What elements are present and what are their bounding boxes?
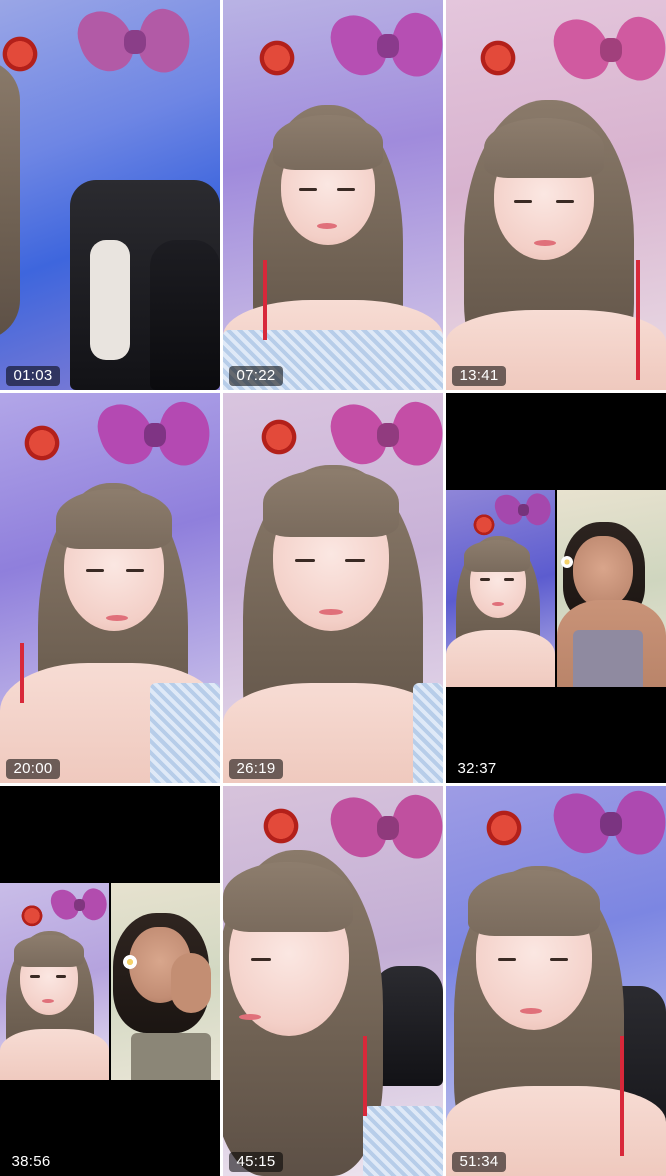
video-tile-3[interactable]: 13:41 — [446, 0, 666, 390]
video-duration-badge: 01:03 — [6, 366, 60, 386]
video-thumbnail — [0, 0, 220, 390]
video-tile-4[interactable]: 20:00 — [0, 393, 220, 783]
video-tile-8[interactable]: 45:15 — [223, 786, 443, 1176]
video-duration-badge: 32:37 — [457, 760, 497, 777]
video-thumbnail — [0, 393, 220, 783]
video-tile-6[interactable]: 32:37 — [446, 393, 666, 783]
video-duration-badge: 26:19 — [229, 759, 283, 779]
video-duration-badge: 45:15 — [229, 1152, 283, 1172]
split-right-pane — [557, 490, 666, 687]
video-thumbnail — [223, 786, 443, 1176]
video-thumbnail — [446, 786, 666, 1176]
video-thumbnail — [0, 883, 220, 1080]
video-tile-7[interactable]: 38:56 — [0, 786, 220, 1176]
video-grid: 01:03 07:22 13:41 20:00 26:19 32:37 38:5… — [0, 0, 666, 1176]
split-left-pane — [446, 490, 555, 687]
video-thumbnail — [223, 0, 443, 390]
video-duration-badge: 51:34 — [452, 1152, 506, 1172]
video-thumbnail — [446, 490, 666, 687]
split-left-pane — [0, 883, 109, 1080]
video-tile-9[interactable]: 51:34 — [446, 786, 666, 1176]
split-right-pane — [111, 883, 220, 1080]
video-duration-badge: 20:00 — [6, 759, 60, 779]
video-duration-badge: 13:41 — [452, 366, 506, 386]
video-tile-2[interactable]: 07:22 — [223, 0, 443, 390]
video-tile-5[interactable]: 26:19 — [223, 393, 443, 783]
video-duration-badge: 38:56 — [11, 1153, 51, 1170]
video-duration-badge: 07:22 — [229, 366, 283, 386]
video-thumbnail — [446, 0, 666, 390]
video-thumbnail — [223, 393, 443, 783]
video-tile-1[interactable]: 01:03 — [0, 0, 220, 390]
